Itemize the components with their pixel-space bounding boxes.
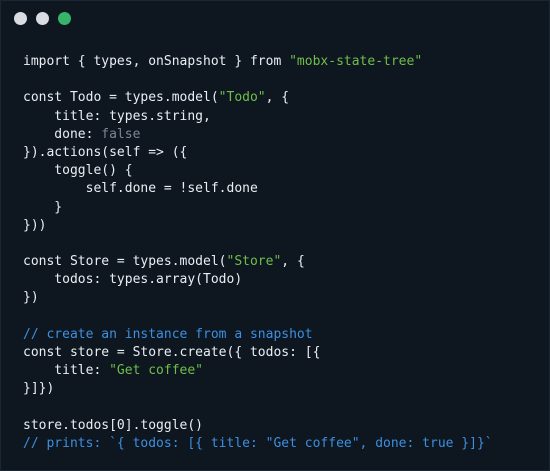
code-token-str: "Store" [226, 254, 282, 270]
code-token-plain: }) [23, 290, 39, 306]
code-line: const Todo = types.model("Todo", { [23, 89, 493, 107]
window-titlebar [1, 1, 549, 37]
code-token-bool: false [101, 126, 141, 142]
code-line: todos: types.array(Todo) [23, 271, 493, 289]
code-token-plain: title: types.string, [23, 108, 211, 124]
code-token-str: "Get coffee" [109, 363, 204, 379]
code-token-plain: const Todo = types.model( [23, 90, 219, 106]
code-line: // prints: `{ todos: [{ title: "Get coff… [23, 435, 493, 453]
code-token-plain: }).actions(self => ({ [23, 144, 188, 160]
code-token-plain: const store = Store.create({ todos: [{ [23, 345, 321, 360]
code-line: self.done = !self.done [23, 180, 493, 198]
code-token-comment: // create an instance from a snapshot [23, 326, 313, 342]
code-line: const store = Store.create({ todos: [{ [23, 344, 493, 362]
code-line: done: false [23, 126, 493, 144]
code-line: }]}) [23, 380, 493, 398]
minimize-window-dot-icon[interactable] [36, 12, 49, 25]
code-token-plain: , { [265, 90, 290, 106]
code-token-plain: todos: types.array(Todo) [23, 272, 243, 288]
code-token-plain: , { [281, 254, 305, 270]
code-line: toggle() { [23, 162, 493, 180]
code-line: title: "Get coffee" [23, 362, 493, 380]
code-line: const Store = types.model("Store", { [23, 253, 493, 271]
code-token-str: "Todo" [218, 90, 266, 106]
code-line: import { types, onSnapshot } from "mobx-… [23, 53, 493, 71]
code-token-plain: store.todos[0].toggle() [23, 417, 204, 433]
code-token-plain: })) [23, 217, 47, 233]
code-block: import { types, onSnapshot } from "mobx-… [23, 53, 493, 453]
code-token-plain: self.done = !self.done [23, 181, 258, 197]
code-window: import { types, onSnapshot } from "mobx-… [0, 0, 550, 471]
code-token-plain: title: [23, 363, 110, 379]
code-token-comment: // prints: `{ todos: [{ title: "Get coff… [23, 435, 493, 451]
code-line: } [23, 199, 493, 217]
code-line: }).actions(self => ({ [23, 144, 493, 162]
code-token-plain: } [23, 199, 63, 215]
code-line: title: types.string, [23, 108, 493, 126]
close-window-dot-icon[interactable] [14, 12, 27, 25]
code-line: store.todos[0].toggle() [23, 417, 493, 435]
code-token-plain: toggle() { [23, 163, 133, 179]
code-token-plain: const Store = types.model( [23, 254, 227, 270]
zoom-window-dot-icon[interactable] [58, 12, 71, 25]
code-line: })) [23, 217, 493, 235]
code-token-plain: done: [23, 126, 102, 142]
code-line: }) [23, 289, 493, 307]
code-token-plain: import { types, onSnapshot } from [23, 54, 290, 69]
code-token-plain: }]}) [23, 381, 55, 397]
code-line: // create an instance from a snapshot [23, 326, 493, 344]
code-token-str: "mobx-state-tree" [289, 54, 423, 69]
